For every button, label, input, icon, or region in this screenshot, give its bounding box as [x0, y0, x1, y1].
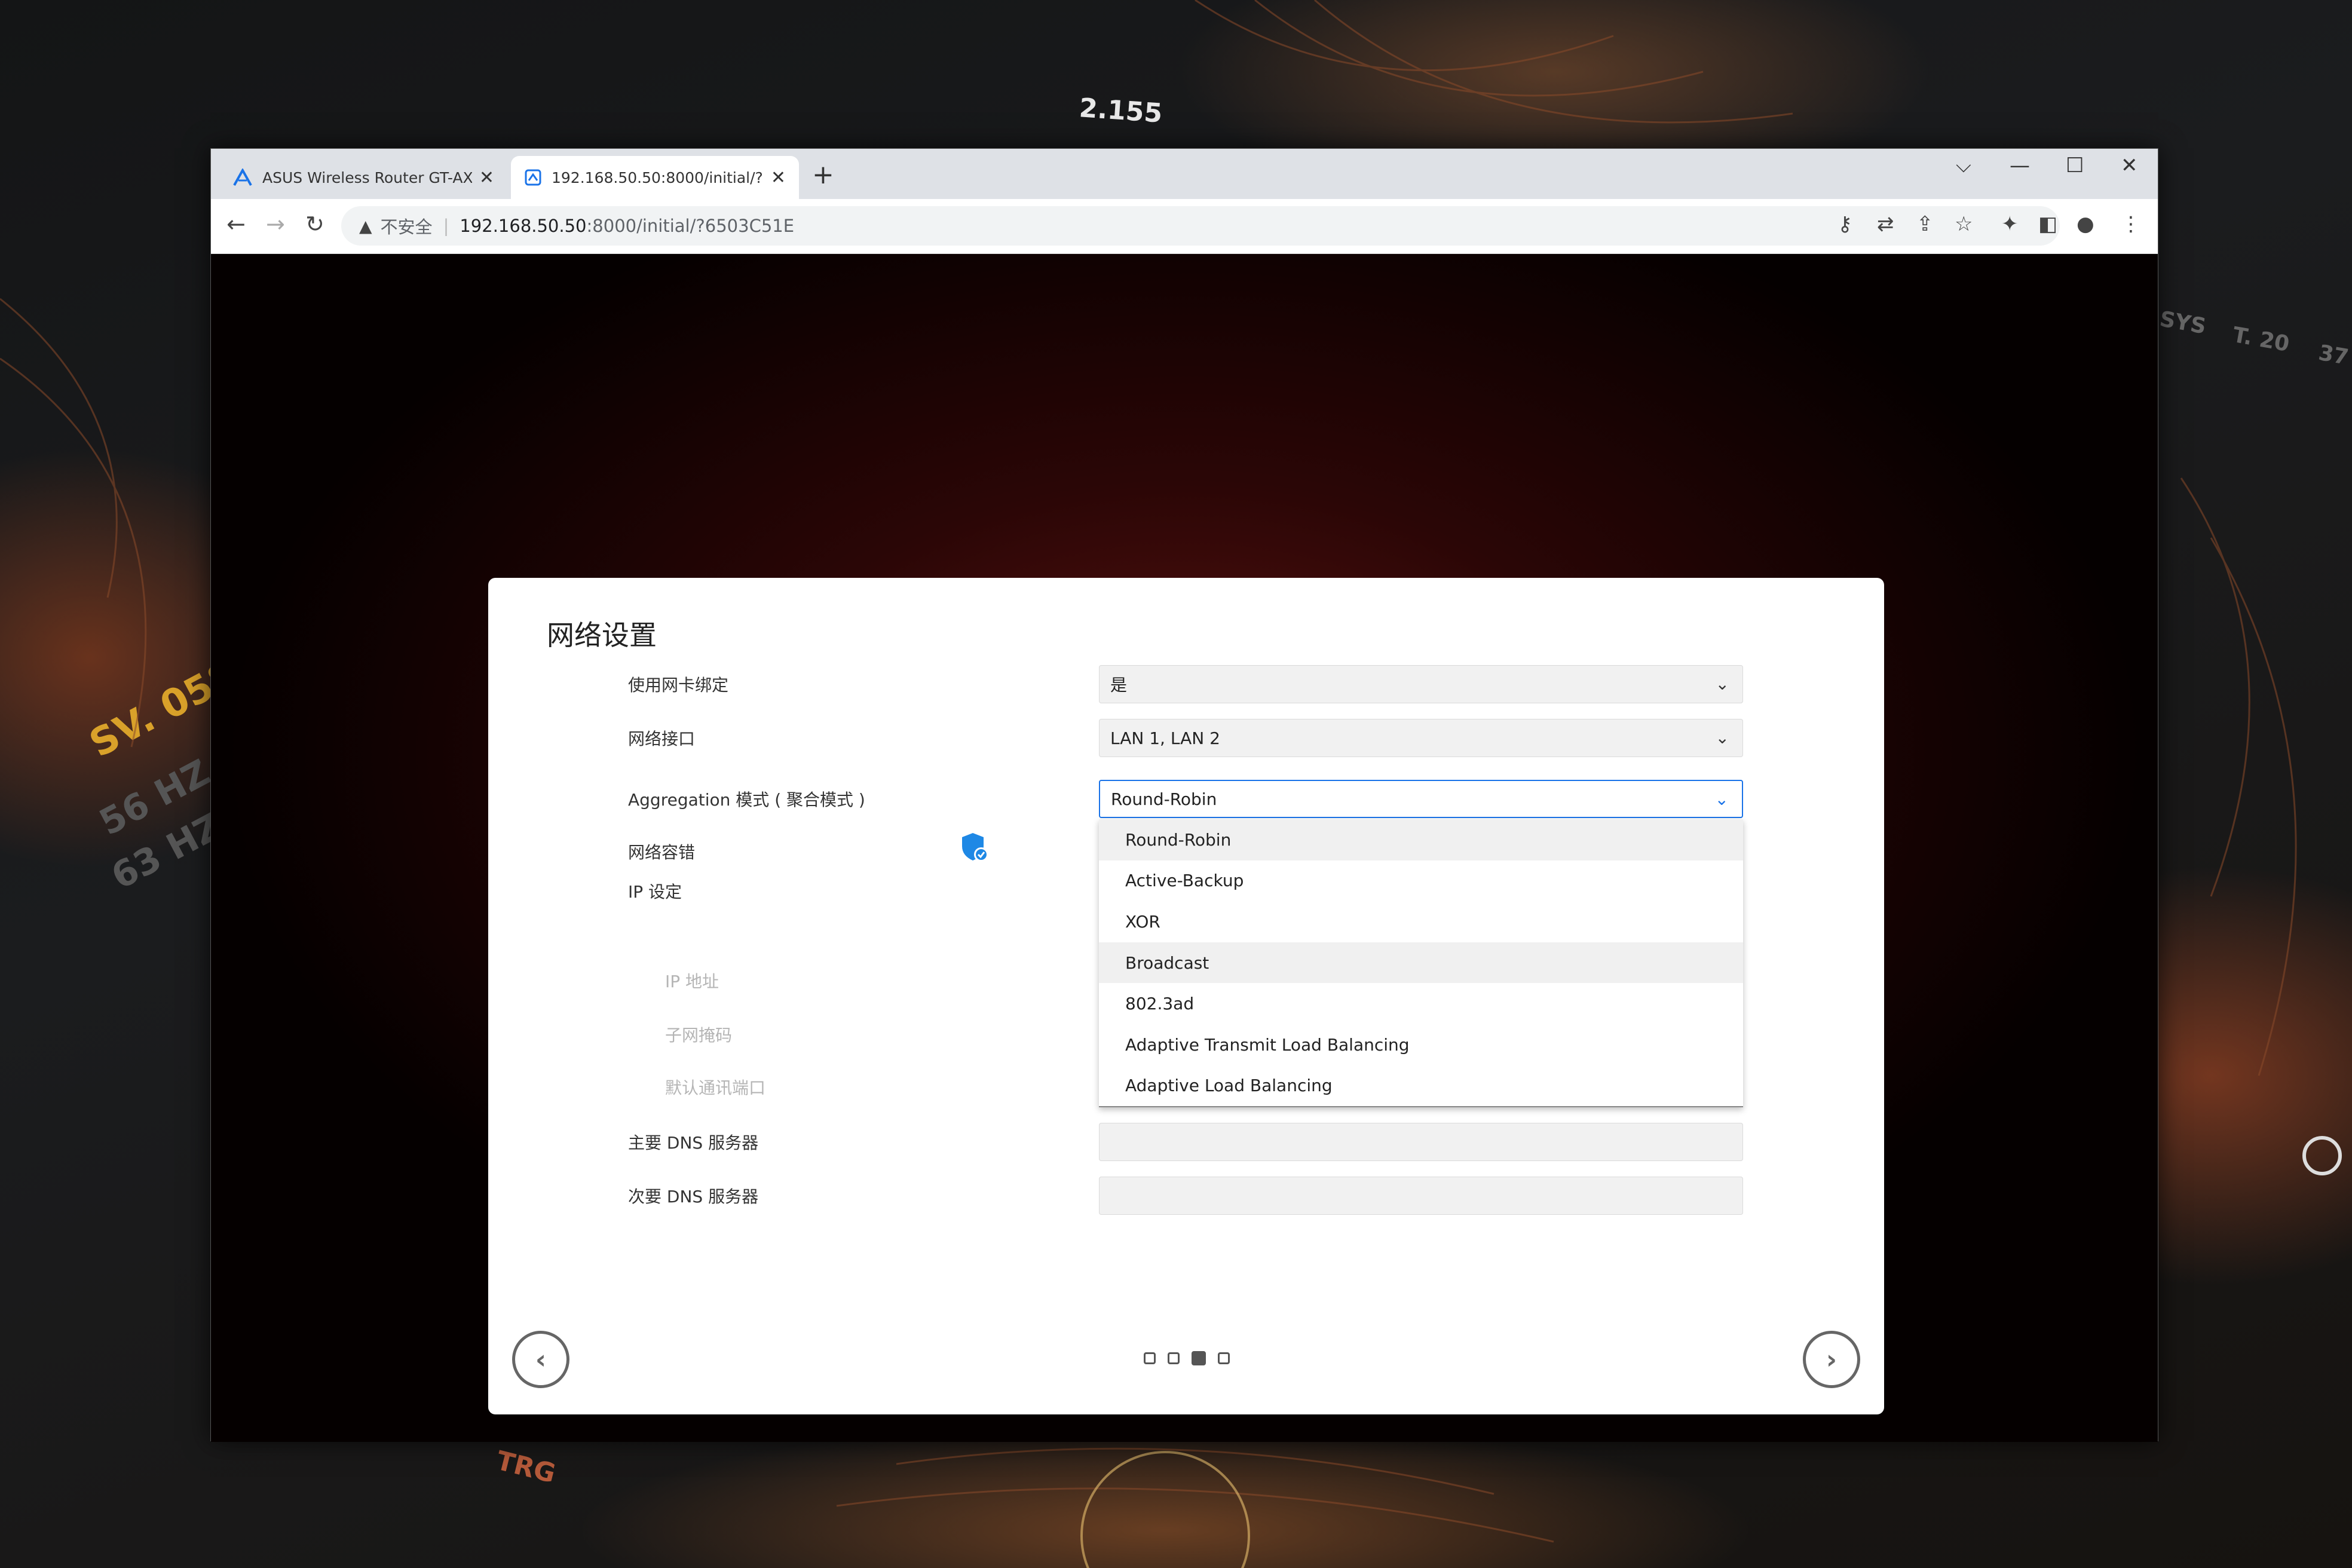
reload-icon[interactable]: ↻	[305, 211, 324, 237]
chevron-down-icon: ⌄	[1715, 674, 1729, 694]
back-icon[interactable]: ←	[226, 211, 246, 237]
star-icon[interactable]: ☆	[1955, 212, 1973, 236]
url-path: :8000/initial/?6503C51E	[586, 216, 795, 236]
bonding-select[interactable]: 是 ⌄	[1099, 665, 1743, 703]
maximize-icon[interactable]: ☐	[2066, 154, 2084, 177]
hud-readout: 56 HZ	[93, 751, 217, 844]
asus-logo-icon	[233, 169, 252, 186]
close-tab-icon[interactable]: ✕	[771, 167, 786, 188]
page-dot-current[interactable]	[1192, 1351, 1206, 1365]
previous-button[interactable]: ‹	[512, 1331, 569, 1388]
hud-readout: SYS	[2158, 307, 2208, 339]
secondary-dns-input[interactable]	[1099, 1177, 1743, 1215]
aggregation-dropdown: Round-Robin Active-Backup XOR Broadcast …	[1099, 819, 1743, 1107]
dropdown-option[interactable]: XOR	[1099, 901, 1743, 942]
ip-settings-label: IP 设定	[628, 882, 682, 902]
dropdown-option[interactable]: 802.3ad	[1099, 983, 1743, 1024]
browser-toolbar: ← → ↻ ▲ 不安全 | 192.168.50.50 :8000/initia…	[211, 199, 2158, 254]
url-host: 192.168.50.50	[460, 216, 587, 236]
close-window-icon[interactable]: ✕	[2121, 154, 2138, 177]
tab-initial-setup[interactable]: 192.168.50.50:8000/initial/?65 ✕	[511, 156, 799, 199]
network-settings-panel: 网络设置 使用网卡绑定 是 ⌄ 网络接口 LAN 1, LAN 2 ⌄ Aggr…	[488, 578, 1884, 1414]
hud-readout: 2.155	[1078, 93, 1163, 129]
tab-search-chevron-icon[interactable]: ⌵	[1956, 154, 1971, 177]
profile-icon[interactable]: ●	[2077, 212, 2094, 236]
fault-tolerance-label: 网络容错	[628, 843, 696, 862]
bonding-value: 是	[1110, 675, 1128, 695]
address-separator: |	[443, 216, 449, 236]
chevron-down-icon: ⌄	[1715, 728, 1729, 748]
not-secure-label[interactable]: 不安全	[381, 213, 433, 238]
interface-value: LAN 1, LAN 2	[1110, 728, 1220, 748]
tab-title: ASUS Wireless Router GT-AX1	[262, 169, 472, 186]
hud-readout: 37	[2316, 340, 2351, 370]
shield-check-icon[interactable]	[961, 832, 991, 864]
tab-title: 192.168.50.50:8000/initial/?65	[552, 169, 764, 186]
dropdown-option[interactable]: Active-Backup	[1099, 860, 1743, 902]
sidepanel-icon[interactable]: ◧	[2038, 212, 2057, 236]
ip-address-label: IP 地址	[665, 972, 719, 991]
dropdown-option[interactable]: Adaptive Load Balancing	[1099, 1065, 1743, 1107]
primary-dns-input[interactable]	[1099, 1123, 1743, 1161]
bonding-label: 使用网卡绑定	[628, 675, 729, 695]
dropdown-option[interactable]: Broadcast	[1099, 942, 1743, 984]
menu-icon[interactable]: ⋮	[2121, 212, 2141, 236]
address-bar[interactable]: ▲ 不安全 | 192.168.50.50 :8000/initial/?650…	[341, 206, 2060, 246]
forward-icon[interactable]: →	[266, 211, 285, 237]
warning-icon: ▲	[359, 216, 372, 236]
translate-icon[interactable]: ⇄	[1877, 212, 1894, 236]
hud-readout: TRG	[493, 1445, 559, 1490]
hud-readout: T. 20	[2231, 323, 2292, 357]
minimize-icon[interactable]: —	[2010, 154, 2030, 177]
page-icon	[525, 169, 541, 186]
page-dot[interactable]	[1168, 1352, 1180, 1364]
page-content: 网络设置 使用网卡绑定 是 ⌄ 网络接口 LAN 1, LAN 2 ⌄ Aggr…	[211, 254, 2158, 1442]
chevron-right-icon: ›	[1826, 1344, 1838, 1375]
chevron-down-icon: ⌄	[1714, 789, 1729, 809]
new-tab-button[interactable]: +	[812, 160, 834, 190]
tab-asus-router[interactable]: ASUS Wireless Router GT-AX1 ✕	[219, 156, 507, 199]
subnet-mask-label: 子网掩码	[665, 1025, 733, 1045]
close-tab-icon[interactable]: ✕	[479, 167, 494, 188]
dropdown-option[interactable]: Adaptive Transmit Load Balancing	[1099, 1024, 1743, 1065]
page-dot[interactable]	[1144, 1352, 1156, 1364]
interface-select[interactable]: LAN 1, LAN 2 ⌄	[1099, 719, 1743, 757]
primary-dns-label: 主要 DNS 服务器	[628, 1133, 759, 1153]
secondary-dns-label: 次要 DNS 服务器	[628, 1187, 759, 1206]
gateway-label: 默认通讯端口	[665, 1078, 766, 1098]
next-button[interactable]: ›	[1803, 1331, 1860, 1388]
share-icon[interactable]: ⇪	[1916, 212, 1934, 236]
key-icon[interactable]: ⚷	[1838, 212, 1852, 236]
aggregation-value: Round-Robin	[1111, 789, 1217, 809]
browser-window: ASUS Wireless Router GT-AX1 ✕ 192.168.50…	[210, 148, 2158, 1442]
page-title: 网络设置	[547, 619, 657, 651]
extensions-icon[interactable]: ✦	[2001, 212, 2019, 236]
chevron-left-icon: ‹	[535, 1344, 547, 1375]
page-dot[interactable]	[1218, 1352, 1230, 1364]
interface-label: 网络接口	[628, 729, 696, 749]
dropdown-option[interactable]: Round-Robin	[1099, 819, 1743, 860]
aggregation-select[interactable]: Round-Robin ⌄	[1099, 780, 1743, 818]
tab-strip: ASUS Wireless Router GT-AX1 ✕ 192.168.50…	[211, 149, 2158, 199]
pagination-dots	[1144, 1351, 1230, 1365]
aggregation-label: Aggregation 模式 ( 聚合模式 )	[628, 790, 865, 810]
